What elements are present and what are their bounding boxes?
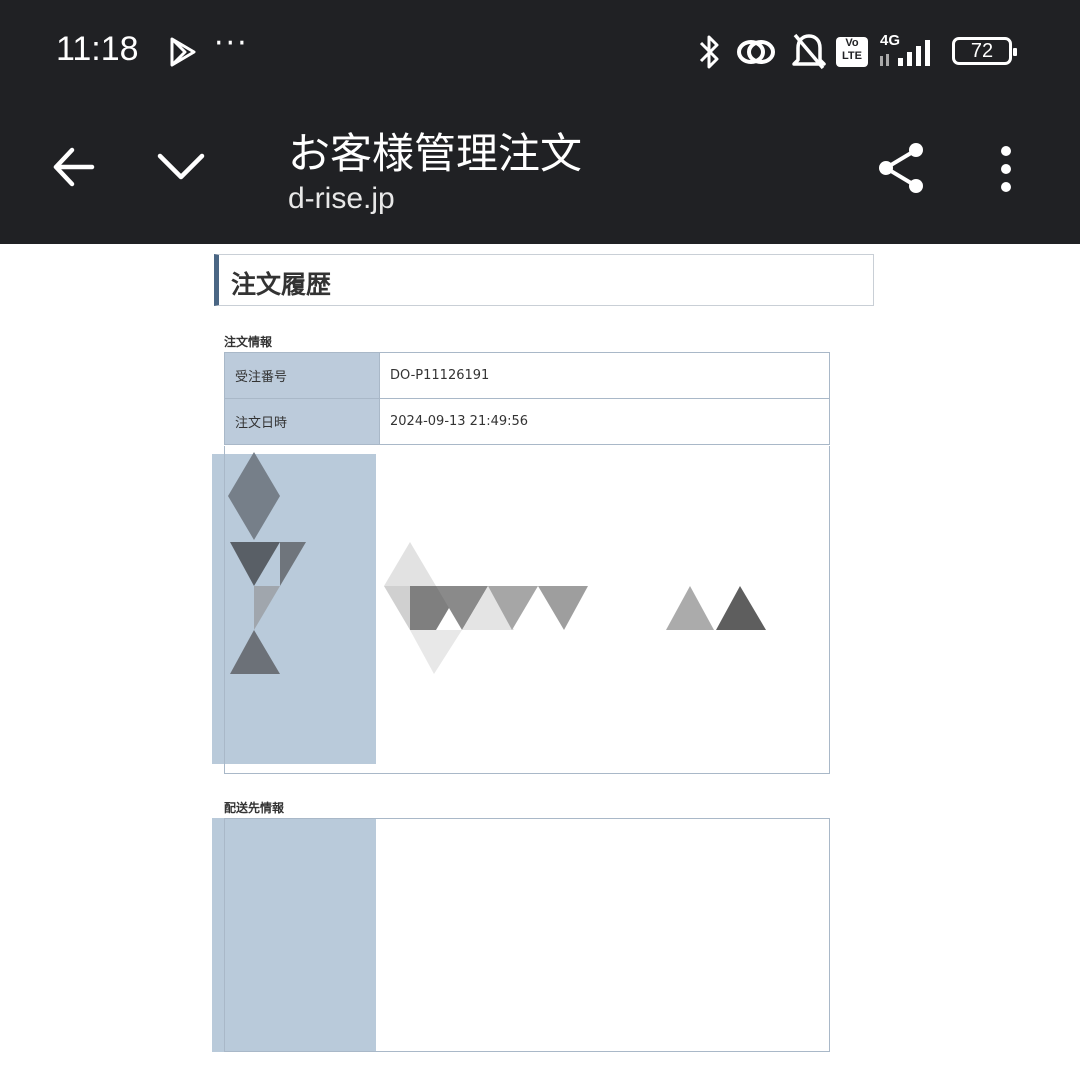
order-info-label: 注文情報 [224, 335, 273, 349]
order-history-heading: 注文履歴 [214, 254, 874, 306]
more-notifications-icon: ··· [214, 26, 249, 61]
battery-icon: 72 [952, 37, 1017, 65]
order-number-key: 受注番号 [224, 352, 380, 399]
share-icon[interactable] [874, 140, 928, 196]
table-row: 注文日時 2024-09-13 21:49:56 [224, 398, 830, 445]
browser-toolbar: 11:18 ··· Vo LTE 4G 72 お客様管理注文 d-rise.jp [0, 0, 1080, 244]
page-heading: 注文履歴 [231, 270, 332, 299]
web-content: 注文履歴 注文情報 受注番号 DO-P11126191 注文日時 2024-09… [0, 244, 1080, 1078]
bluetooth-icon [699, 35, 719, 69]
redacted-pattern [228, 452, 766, 674]
order-number-value: DO-P11126191 [379, 352, 830, 399]
more-vert-icon[interactable] [994, 144, 1018, 194]
shipping-info-box [224, 818, 830, 1052]
table-row: 受注番号 DO-P11126191 [224, 352, 830, 399]
signal-icon [880, 40, 930, 66]
order-date-value: 2024-09-13 21:49:56 [379, 398, 830, 445]
play-store-icon [170, 37, 196, 67]
page-url[interactable]: d-rise.jp [288, 182, 395, 216]
back-arrow-icon[interactable] [48, 140, 102, 194]
link-icon [737, 40, 775, 64]
volte-icon: Vo LTE [836, 37, 868, 67]
order-info-table: 受注番号 DO-P11126191 注文日時 2024-09-13 21:49:… [224, 352, 830, 445]
battery-level: 72 [970, 39, 994, 62]
page-title: お客様管理注文 [288, 129, 583, 178]
shipping-info-label: 配送先情報 [224, 801, 285, 815]
bell-off-icon [792, 33, 826, 70]
order-date-key: 注文日時 [224, 398, 380, 445]
status-time: 11:18 [56, 30, 139, 68]
chevron-down-icon[interactable] [154, 140, 208, 194]
